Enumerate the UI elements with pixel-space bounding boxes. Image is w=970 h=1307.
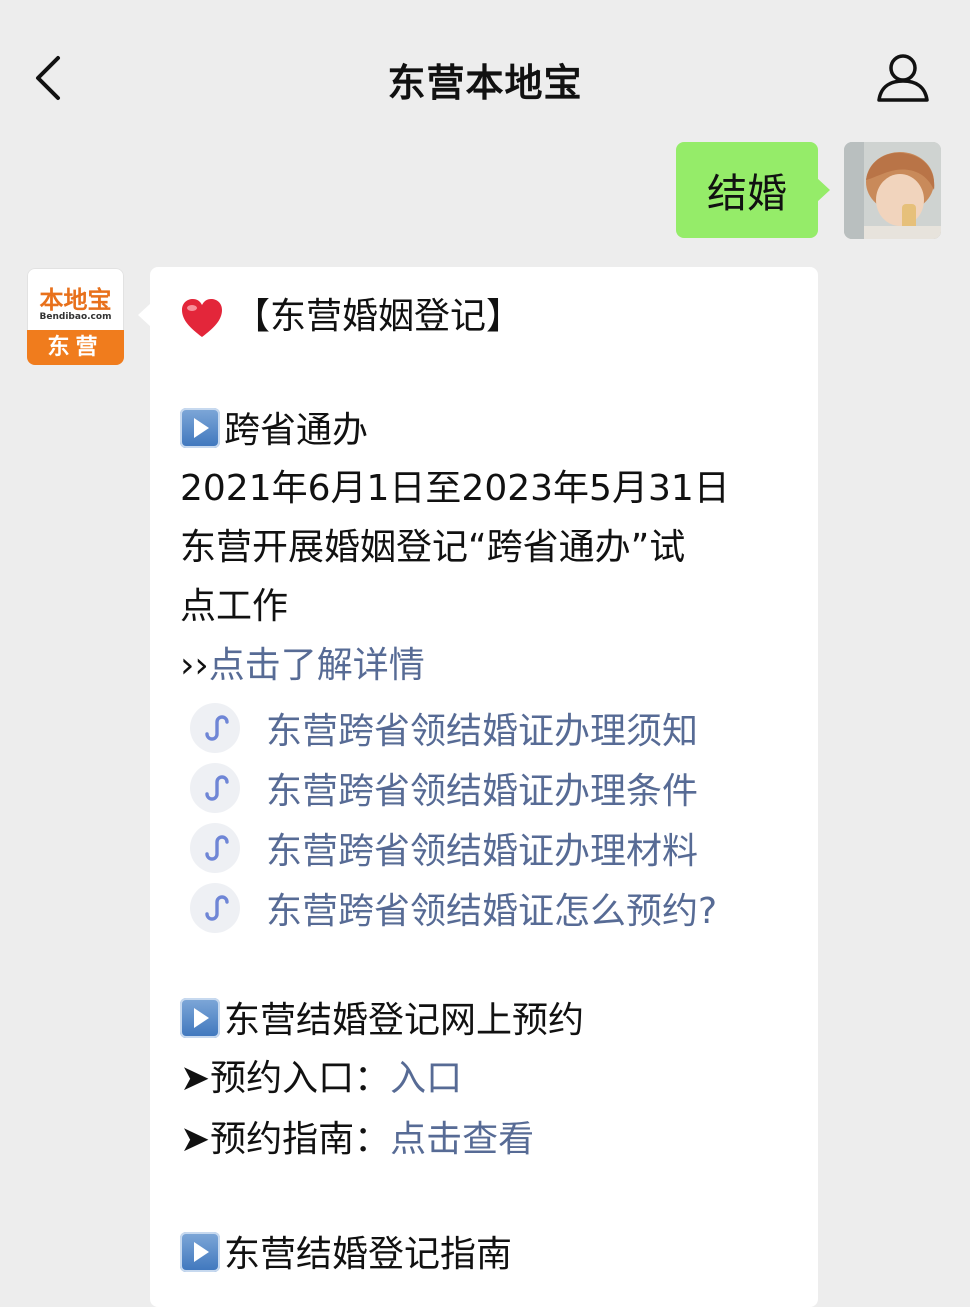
bot-avatar-logo: 本地宝 <box>39 285 112 314</box>
details-link-row: ››点击了解详情 <box>180 644 425 688</box>
bot-avatar-city: 东营 <box>27 330 124 365</box>
booking-guide-row: ➤预约指南：点击查看 <box>180 1118 534 1162</box>
mini-program-link[interactable]: 东营跨省领结婚证怎么预约? <box>190 883 717 933</box>
top-bar: 东营本地宝 <box>0 0 970 140</box>
mini-program-link[interactable]: 东营跨省领结婚证办理材料 <box>190 823 698 873</box>
booking-entry-label: ➤预约入口： <box>180 1058 391 1099</box>
mini-program-link-text: 东营跨省领结婚证办理条件 <box>266 771 699 812</box>
play-button-icon <box>180 1232 220 1272</box>
mini-program-link[interactable]: 东营跨省领结婚证办理条件 <box>190 763 698 813</box>
bot-avatar-logo-area: 本地宝 Bendibao.com <box>27 268 124 328</box>
booking-entry-link[interactable]: 入口 <box>390 1058 462 1099</box>
section-heading-registration-guide: 东营结婚登记指南 <box>180 1232 512 1277</box>
mini-program-link[interactable]: 东营跨省领结婚证办理须知 <box>190 703 698 753</box>
section-heading-online-booking: 东营结婚登记网上预约 <box>180 998 584 1043</box>
mini-program-link-text: 东营跨省领结婚证怎么预约? <box>266 891 718 932</box>
mini-program-link-icon <box>190 763 240 813</box>
mini-program-link-text: 东营跨省领结婚证办理材料 <box>266 831 699 872</box>
red-heart-icon <box>182 299 222 337</box>
booking-entry-row: ➤预约入口：入口 <box>180 1057 462 1101</box>
bot-avatar[interactable]: 本地宝 Bendibao.com 东营 <box>27 268 124 365</box>
play-button-icon <box>180 408 220 448</box>
user-avatar[interactable] <box>844 142 941 239</box>
play-button-icon <box>180 998 220 1038</box>
mini-program-link-icon <box>190 703 240 753</box>
outgoing-message-text: 结婚 <box>707 171 787 217</box>
mini-program-link-icon <box>190 823 240 873</box>
section-heading-cross-province: 跨省通办 <box>180 408 368 453</box>
mini-program-link-text: 东营跨省领结婚证办理须知 <box>266 711 699 752</box>
section-heading-text: 东营结婚登记网上预约 <box>224 1000 585 1041</box>
details-link[interactable]: 点击了解详情 <box>209 645 425 686</box>
reply-title: 【东营婚姻登记】 <box>234 296 523 337</box>
person-icon[interactable] <box>874 50 932 106</box>
outgoing-message-bubble[interactable]: 结婚 <box>676 142 830 238</box>
section-heading-text: 东营结婚登记指南 <box>224 1234 513 1275</box>
booking-guide-link[interactable]: 点击查看 <box>390 1119 534 1160</box>
date-range-text: 2021年6月1日至2023年5月31日 <box>180 468 730 509</box>
section-heading-text: 跨省通办 <box>224 410 369 451</box>
incoming-message-bubble: 【东营婚姻登记】 跨省通办 2021年6月1日至2023年5月31日 东营开展婚… <box>138 267 818 1307</box>
bot-avatar-domain: Bendibao.com <box>39 312 112 322</box>
user-avatar-image <box>844 142 941 239</box>
mini-program-link-icon <box>190 883 240 933</box>
booking-guide-label: ➤预约指南： <box>180 1119 391 1160</box>
details-link-prefix: ›› <box>180 645 209 686</box>
description-text-line: 东营开展婚姻登记“跨省通办”试 <box>180 527 686 568</box>
description-text-line: 点工作 <box>180 586 289 627</box>
chat-title: 东营本地宝 <box>387 61 583 105</box>
